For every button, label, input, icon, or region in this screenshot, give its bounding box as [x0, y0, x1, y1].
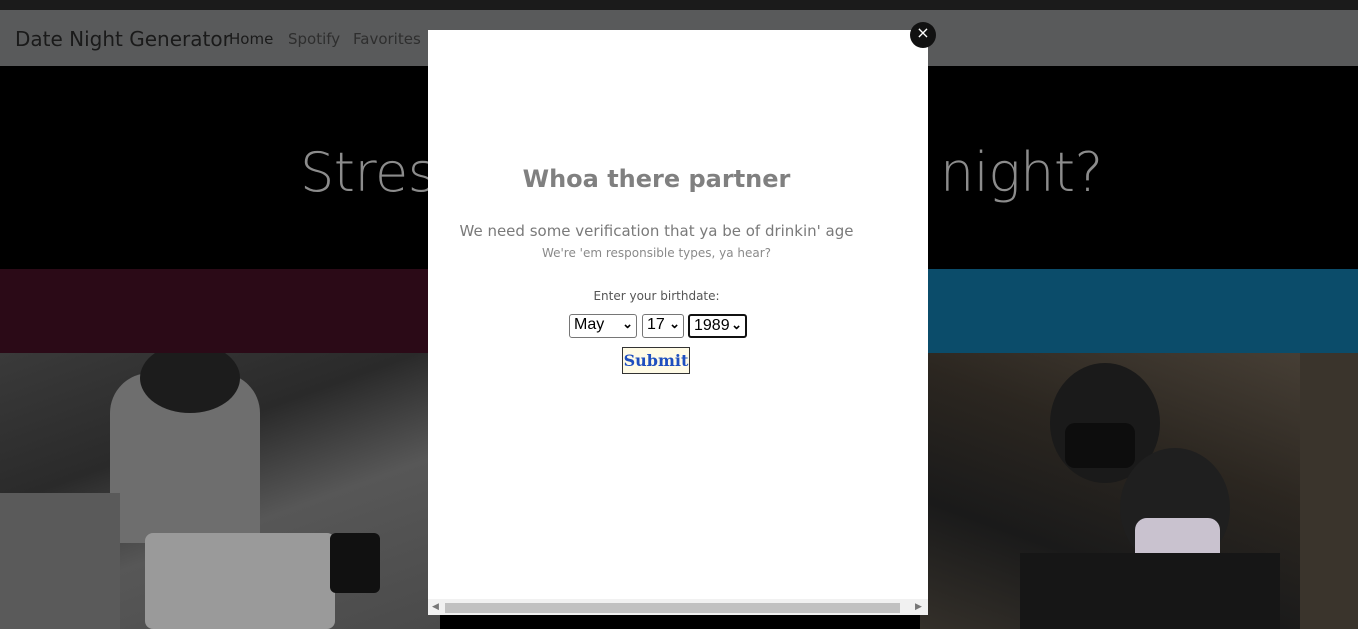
day-select[interactable]: 17 ⌄: [642, 314, 684, 338]
day-value: 17: [647, 316, 665, 333]
photo-woman-laptop: [0, 353, 440, 629]
modal-note: We're 'em responsible types, ya hear?: [541, 246, 772, 260]
modal-title: Whoa there partner: [522, 165, 791, 193]
brand[interactable]: Date Night Generator: [15, 27, 231, 51]
year-select[interactable]: 1989 ⌄: [688, 314, 747, 338]
month-value: May: [574, 316, 605, 333]
scroll-right-arrow-icon[interactable]: ▶: [915, 601, 922, 612]
month-select[interactable]: May ⌄: [569, 314, 637, 338]
horizontal-scrollbar[interactable]: ◀ ▶: [428, 599, 928, 615]
nav-link-home[interactable]: Home: [229, 30, 273, 48]
scroll-left-arrow-icon[interactable]: ◀: [432, 601, 439, 612]
submit-button[interactable]: Submit: [622, 347, 690, 374]
photo-couple-masks: [920, 353, 1358, 629]
chevron-down-icon: ⌄: [622, 316, 633, 331]
chevron-down-icon: ⌄: [731, 317, 742, 332]
nav-link-spotify[interactable]: Spotify: [288, 30, 340, 48]
nav-link-favorites[interactable]: Favorites: [353, 30, 421, 48]
browser-top-strip: [0, 0, 1358, 10]
scrollbar-thumb[interactable]: [445, 603, 900, 613]
hero-heading-right: night?: [940, 141, 1103, 204]
birthdate-label: Enter your birthdate:: [593, 289, 720, 303]
year-value: 1989: [694, 317, 730, 334]
age-verification-modal: Whoa there partner We need some verifica…: [428, 30, 928, 615]
chevron-down-icon: ⌄: [669, 316, 680, 331]
category-strip-right: [920, 269, 1358, 353]
modal-subtitle: We need some verification that ya be of …: [459, 222, 854, 240]
close-icon[interactable]: ×: [910, 22, 936, 48]
category-strip-left: [0, 269, 440, 353]
